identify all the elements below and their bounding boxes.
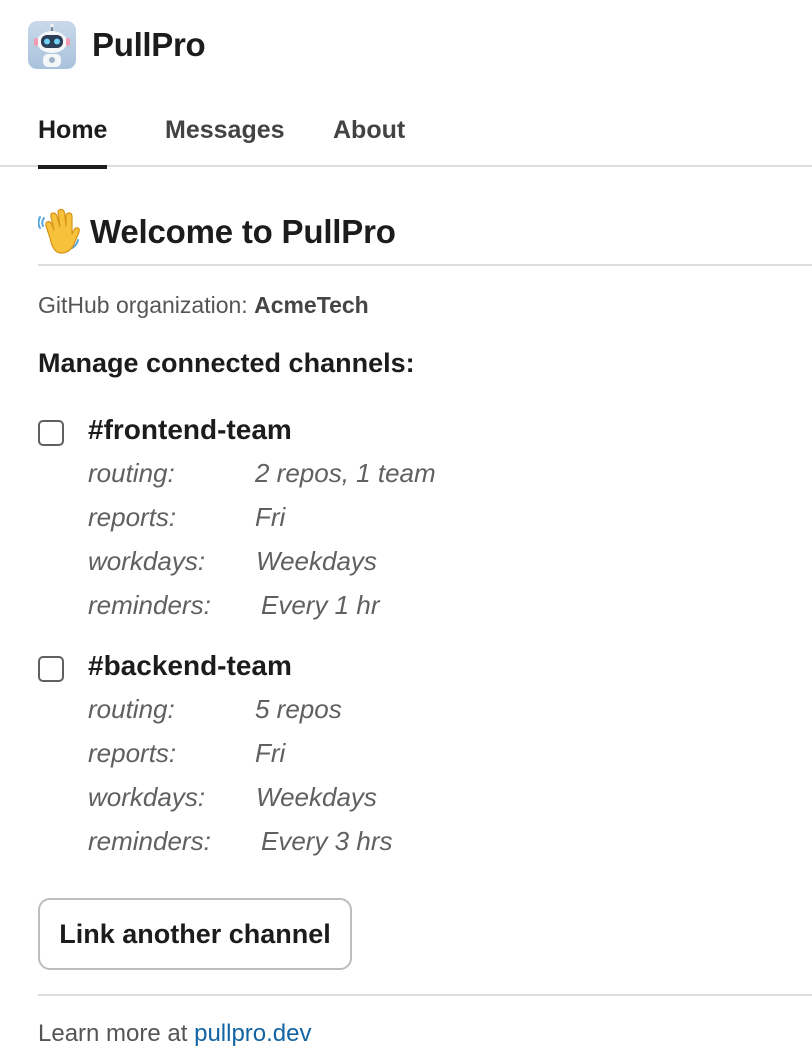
- reminders-value: Every 3 hrs: [261, 826, 393, 856]
- app-name: PullPro: [92, 26, 206, 63]
- routing-label: routing:: [88, 458, 175, 488]
- footer: Learn more at pullpro.dev: [38, 1020, 312, 1048]
- tab-about[interactable]: About: [333, 116, 405, 167]
- reports-label: reports:: [88, 502, 177, 532]
- reports-value: Fri: [255, 502, 286, 532]
- tab-bar: Home Messages About: [0, 100, 812, 169]
- org-line: GitHub organization: AcmeTech: [38, 292, 369, 319]
- reports-value: Fri: [255, 738, 286, 768]
- org-label: GitHub organization:: [38, 292, 248, 318]
- reminders-label: reminders:: [88, 590, 211, 620]
- channel-name: #backend-team: [88, 650, 292, 681]
- welcome-heading: Welcome to PullPro: [38, 208, 396, 256]
- workdays-label: workdays:: [88, 782, 206, 812]
- routing-value: 2 repos, 1 team: [255, 458, 436, 488]
- divider: [38, 264, 812, 266]
- reports-label: reports:: [88, 738, 177, 768]
- reminders-value: Every 1 hr: [261, 590, 380, 620]
- workdays-value: Weekdays: [256, 782, 377, 812]
- footer-text: Learn more at: [38, 1020, 188, 1047]
- welcome-title: Welcome to PullPro: [90, 213, 396, 250]
- reminders-label: reminders:: [88, 826, 211, 856]
- tab-home[interactable]: Home: [38, 116, 108, 169]
- waving-hand-icon: [38, 208, 80, 254]
- link-channel-button[interactable]: Link another channel: [38, 898, 352, 970]
- robot-icon: [28, 21, 76, 69]
- routing-label: routing:: [88, 694, 175, 724]
- workdays-label: workdays:: [88, 546, 206, 576]
- channel-name: #frontend-team: [88, 414, 292, 445]
- channel-checkbox[interactable]: [38, 656, 64, 682]
- routing-value: 5 repos: [255, 694, 342, 724]
- channel-checkbox[interactable]: [38, 420, 64, 446]
- workdays-value: Weekdays: [256, 546, 377, 576]
- divider: [38, 994, 812, 996]
- footer-link[interactable]: pullpro.dev: [194, 1020, 311, 1047]
- org-name: AcmeTech: [254, 292, 369, 318]
- manage-channels-heading: Manage connected channels:: [38, 348, 415, 378]
- tab-messages[interactable]: Messages: [165, 116, 285, 167]
- app-header: PullPro: [28, 20, 206, 70]
